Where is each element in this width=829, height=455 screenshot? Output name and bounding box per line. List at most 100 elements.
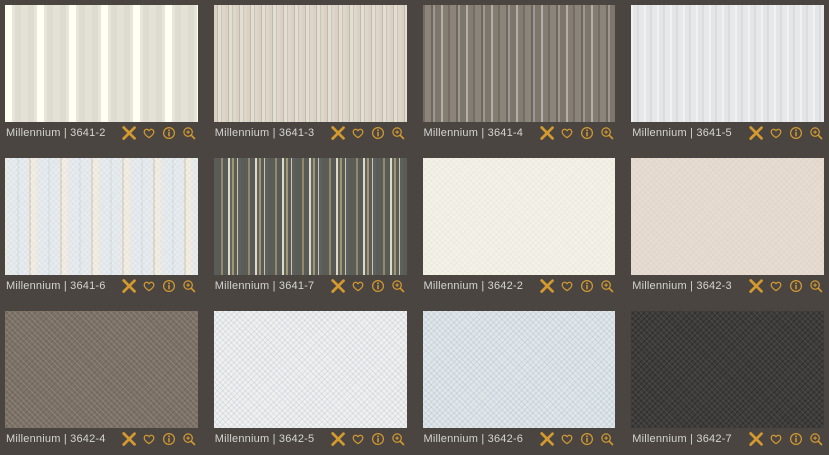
info-button[interactable] xyxy=(162,126,177,141)
favorite-button[interactable] xyxy=(559,432,574,447)
zoom-button[interactable] xyxy=(182,126,197,141)
info-icon xyxy=(371,279,385,293)
info-button[interactable] xyxy=(579,126,594,141)
info-button[interactable] xyxy=(371,279,386,294)
swatch-tile: Millennium | 3641-6 xyxy=(5,158,198,297)
wallpaper-swatch[interactable] xyxy=(423,5,616,122)
info-button[interactable] xyxy=(788,126,803,141)
zoom-button[interactable] xyxy=(599,126,614,141)
favorite-button[interactable] xyxy=(768,432,783,447)
zoom-button[interactable] xyxy=(599,432,614,447)
order-sample-button[interactable] xyxy=(331,126,346,141)
heart-icon xyxy=(560,126,574,140)
scissors-icon xyxy=(540,432,554,446)
wallpaper-swatch[interactable] xyxy=(631,5,824,122)
zoom-icon xyxy=(182,279,196,293)
favorite-button[interactable] xyxy=(351,126,366,141)
swatch-caption: Millennium | 3642-6 xyxy=(423,428,616,450)
info-button[interactable] xyxy=(788,279,803,294)
order-sample-button[interactable] xyxy=(748,126,763,141)
scissors-icon xyxy=(749,279,763,293)
swatch-tile: Millennium | 3642-3 xyxy=(631,158,824,297)
swatch-caption: Millennium | 3641-3 xyxy=(214,122,407,144)
favorite-button[interactable] xyxy=(142,279,157,294)
info-button[interactable] xyxy=(371,126,386,141)
info-button[interactable] xyxy=(788,432,803,447)
swatch-label: Millennium | 3641-5 xyxy=(632,127,732,139)
scissors-icon xyxy=(122,279,136,293)
swatch-caption: Millennium | 3641-2 xyxy=(5,122,198,144)
wallpaper-swatch[interactable] xyxy=(214,5,407,122)
wallpaper-swatch[interactable] xyxy=(214,311,407,428)
zoom-button[interactable] xyxy=(808,279,823,294)
order-sample-button[interactable] xyxy=(748,432,763,447)
order-sample-button[interactable] xyxy=(122,279,137,294)
swatch-label: Millennium | 3642-6 xyxy=(424,433,524,445)
swatch-label: Millennium | 3642-4 xyxy=(6,433,106,445)
favorite-button[interactable] xyxy=(768,126,783,141)
wallpaper-swatch[interactable] xyxy=(5,158,198,275)
zoom-icon xyxy=(182,432,196,446)
favorite-button[interactable] xyxy=(142,126,157,141)
order-sample-button[interactable] xyxy=(122,432,137,447)
favorite-button[interactable] xyxy=(559,279,574,294)
swatch-actions xyxy=(122,279,197,294)
wallpaper-swatch[interactable] xyxy=(214,158,407,275)
info-icon xyxy=(580,279,594,293)
order-sample-button[interactable] xyxy=(539,279,554,294)
info-button[interactable] xyxy=(162,432,177,447)
zoom-icon xyxy=(809,432,823,446)
wallpaper-swatch[interactable] xyxy=(5,311,198,428)
zoom-icon xyxy=(600,126,614,140)
info-button[interactable] xyxy=(371,432,386,447)
info-button[interactable] xyxy=(162,279,177,294)
info-button[interactable] xyxy=(579,279,594,294)
swatch-tile: Millennium | 3642-7 xyxy=(631,311,824,450)
swatch-caption: Millennium | 3641-7 xyxy=(214,275,407,297)
order-sample-button[interactable] xyxy=(539,126,554,141)
swatch-caption: Millennium | 3642-3 xyxy=(631,275,824,297)
swatch-tile: Millennium | 3642-4 xyxy=(5,311,198,450)
wallpaper-swatch[interactable] xyxy=(423,158,616,275)
favorite-button[interactable] xyxy=(559,126,574,141)
swatch-label: Millennium | 3642-2 xyxy=(424,280,524,292)
info-icon xyxy=(789,432,803,446)
swatch-caption: Millennium | 3642-4 xyxy=(5,428,198,450)
favorite-button[interactable] xyxy=(142,432,157,447)
wallpaper-swatch[interactable] xyxy=(631,158,824,275)
zoom-button[interactable] xyxy=(808,432,823,447)
zoom-button[interactable] xyxy=(391,279,406,294)
order-sample-button[interactable] xyxy=(748,279,763,294)
zoom-icon xyxy=(809,126,823,140)
swatch-actions xyxy=(122,126,197,141)
swatch-caption: Millennium | 3642-5 xyxy=(214,428,407,450)
swatch-grid: Millennium | 3641-2 xyxy=(0,0,829,455)
scissors-icon xyxy=(749,126,763,140)
scissors-icon xyxy=(331,279,345,293)
scissors-icon xyxy=(331,432,345,446)
info-button[interactable] xyxy=(579,432,594,447)
zoom-button[interactable] xyxy=(391,432,406,447)
zoom-button[interactable] xyxy=(808,126,823,141)
wallpaper-swatch[interactable] xyxy=(423,311,616,428)
zoom-button[interactable] xyxy=(599,279,614,294)
zoom-icon xyxy=(809,279,823,293)
order-sample-button[interactable] xyxy=(122,126,137,141)
order-sample-button[interactable] xyxy=(331,432,346,447)
order-sample-button[interactable] xyxy=(331,279,346,294)
swatch-actions xyxy=(122,432,197,447)
info-icon xyxy=(371,432,385,446)
scissors-icon xyxy=(749,432,763,446)
order-sample-button[interactable] xyxy=(539,432,554,447)
zoom-button[interactable] xyxy=(391,126,406,141)
wallpaper-swatch[interactable] xyxy=(5,5,198,122)
zoom-button[interactable] xyxy=(182,279,197,294)
swatch-label: Millennium | 3641-6 xyxy=(6,280,106,292)
zoom-icon xyxy=(391,126,405,140)
wallpaper-swatch[interactable] xyxy=(631,311,824,428)
favorite-button[interactable] xyxy=(351,279,366,294)
favorite-button[interactable] xyxy=(768,279,783,294)
favorite-button[interactable] xyxy=(351,432,366,447)
zoom-button[interactable] xyxy=(182,432,197,447)
heart-icon xyxy=(142,126,156,140)
